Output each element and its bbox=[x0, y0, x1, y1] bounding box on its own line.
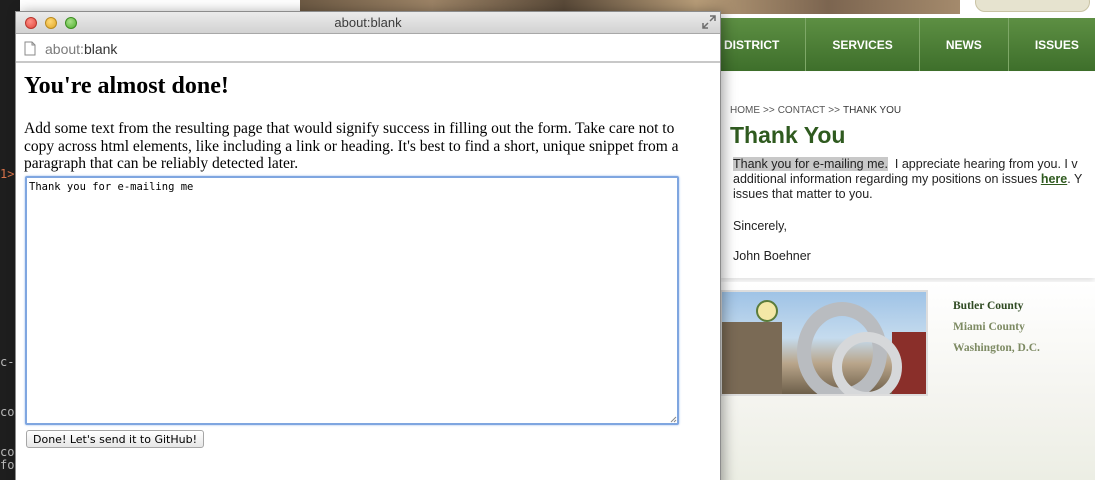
thank-you-panel: HOME >> CONTACT >> THANK YOU Thank You Thank… bbox=[720, 72, 1095, 278]
issues-link[interactable]: here bbox=[1041, 172, 1067, 186]
popup-content: You're almost done! Add some text from t… bbox=[16, 65, 720, 480]
window-title: about:blank bbox=[334, 15, 402, 30]
county-links: Butler County Miami County Washington, D… bbox=[953, 300, 1040, 363]
code-fragment: co bbox=[0, 445, 15, 459]
code-fragment: 1> bbox=[0, 167, 15, 181]
closing-text: Sincerely, bbox=[733, 219, 787, 233]
breadcrumb: HOME >> CONTACT >> THANK YOU bbox=[730, 105, 901, 116]
nav-news[interactable]: NEWS bbox=[920, 18, 1009, 71]
breadcrumb-contact[interactable]: CONTACT bbox=[778, 105, 826, 116]
address-bar[interactable]: about:blank bbox=[16, 35, 720, 63]
message-text: . Y bbox=[1067, 172, 1083, 186]
code-fragment: co bbox=[0, 405, 15, 419]
url-scheme: about: bbox=[45, 41, 84, 57]
snippet-textarea[interactable]: Thank you for e-mailing me bbox=[25, 176, 679, 425]
breadcrumb-separator: >> bbox=[763, 105, 775, 116]
url-text: about:blank bbox=[45, 41, 117, 57]
nav-issues[interactable]: ISSUES bbox=[1009, 18, 1095, 71]
breadcrumb-home[interactable]: HOME bbox=[730, 105, 760, 116]
window-titlebar[interactable]: about:blank bbox=[16, 12, 720, 34]
signature-text: John Boehner bbox=[733, 249, 811, 263]
url-rest: blank bbox=[83, 41, 118, 57]
breadcrumb-separator: >> bbox=[828, 105, 840, 116]
page-icon bbox=[24, 41, 36, 56]
nav-services[interactable]: SERVICES bbox=[806, 18, 920, 71]
county-link-miami[interactable]: Miami County bbox=[953, 321, 1040, 333]
sculpture-photo bbox=[720, 290, 928, 396]
photo-sculpture bbox=[832, 332, 902, 394]
message-text: issues that matter to you. bbox=[733, 187, 873, 201]
page-heading: You're almost done! bbox=[24, 73, 229, 99]
highlighted-text: Thank you for e-mailing me. bbox=[733, 157, 888, 171]
page-title: Thank You bbox=[730, 122, 846, 148]
message-text: I appreciate hearing from you. I v bbox=[894, 157, 1078, 171]
photo-building bbox=[722, 322, 782, 394]
thank-you-message: Thank you for e-mailing me. I appreciate… bbox=[733, 157, 1095, 202]
breadcrumb-current: THANK YOU bbox=[842, 105, 902, 116]
header-search-pill[interactable] bbox=[975, 0, 1090, 12]
photo-sign bbox=[756, 300, 778, 322]
fullscreen-icon[interactable] bbox=[702, 15, 716, 29]
resize-grip-icon[interactable] bbox=[670, 416, 677, 423]
county-link-washington[interactable]: Washington, D.C. bbox=[953, 342, 1040, 354]
county-link-butler[interactable]: Butler County bbox=[953, 300, 1040, 312]
popup-window: about:blank about:blank You're almost do… bbox=[16, 12, 720, 480]
site-nav: DISTRICT SERVICES NEWS ISSUES bbox=[690, 18, 1095, 71]
instructions-text: Add some text from the resulting page th… bbox=[24, 120, 679, 172]
message-text: additional information regarding my posi… bbox=[733, 172, 1038, 186]
submit-button[interactable]: Done! Let's send it to GitHub! bbox=[26, 430, 204, 448]
